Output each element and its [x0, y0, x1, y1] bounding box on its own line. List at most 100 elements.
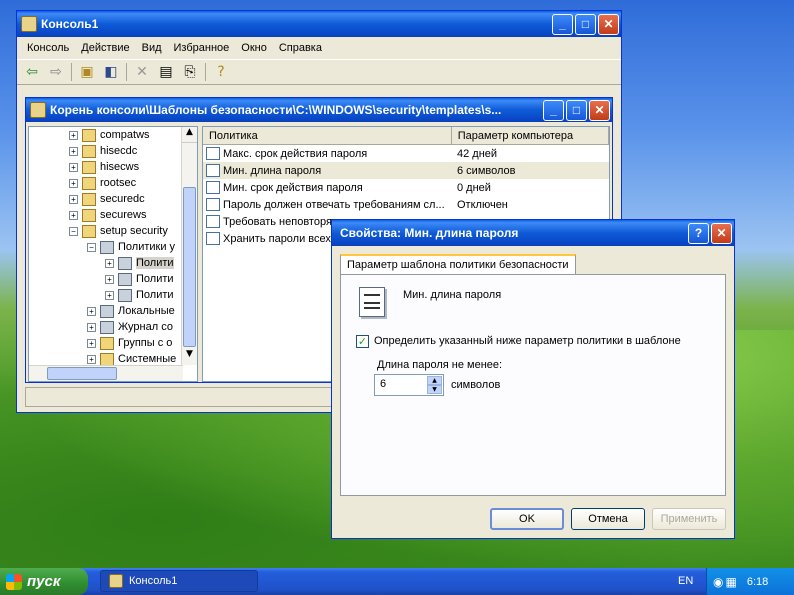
- tray-network-icon[interactable]: ▦: [725, 575, 736, 589]
- tree-item[interactable]: + Полити: [69, 255, 197, 271]
- tree-item[interactable]: + securews: [69, 207, 197, 223]
- start-label: пуск: [27, 573, 61, 590]
- folder-icon: [82, 224, 96, 238]
- list-header: Политика Параметр компьютера: [203, 127, 609, 145]
- menu-favorites[interactable]: Избранное: [168, 42, 236, 54]
- tree-item[interactable]: − Политики у: [69, 239, 197, 255]
- help-button[interactable]: ?: [688, 222, 709, 244]
- tree-item[interactable]: + hisecws: [69, 159, 197, 175]
- tree-item[interactable]: + Журнал со: [69, 319, 197, 335]
- menu-help[interactable]: Справка: [273, 42, 328, 54]
- up-folder-icon[interactable]: ▣: [78, 64, 96, 80]
- folder-icon: [100, 336, 114, 350]
- units-label: символов: [451, 379, 501, 391]
- menu-action[interactable]: Действие: [75, 42, 135, 54]
- tree-vertical-scrollbar[interactable]: ▲ ▼: [181, 127, 197, 365]
- apply-button[interactable]: Применить: [652, 508, 726, 530]
- tab-strip: Параметр шаблона политики безопасности: [340, 254, 576, 274]
- list-row[interactable]: Мин. срок действия пароля 0 дней: [203, 179, 609, 196]
- tree-item[interactable]: + securedc: [69, 191, 197, 207]
- toolbar-separator: [126, 63, 127, 81]
- console-title: Консоль1: [41, 17, 99, 31]
- scroll-thumb[interactable]: [183, 187, 196, 347]
- properties-dialog: Свойства: Мин. длина пароля ? ✕ Параметр…: [331, 219, 735, 539]
- back-arrow-icon[interactable]: ⇦: [23, 64, 41, 80]
- menu-bar: Консоль Действие Вид Избранное Окно Спра…: [17, 37, 621, 59]
- tree-item[interactable]: + Полити: [69, 271, 197, 287]
- policy-folder-icon: [118, 272, 132, 286]
- menu-console[interactable]: Консоль: [21, 42, 75, 54]
- menu-view[interactable]: Вид: [136, 42, 168, 54]
- list-row[interactable]: Мин. длина пароля 6 символов: [203, 162, 609, 179]
- child-minimize-button[interactable]: _: [543, 99, 564, 121]
- tree-item[interactable]: + Локальные: [69, 303, 197, 319]
- maximize-button[interactable]: □: [575, 13, 596, 35]
- toolbar-separator: [205, 63, 206, 81]
- policy-folder-icon: [118, 288, 132, 302]
- show-tree-icon[interactable]: ◧: [102, 64, 120, 80]
- toolbar: ⇦ ⇨ ▣ ◧ ✕ ▤ ⎘ ?: [17, 59, 621, 85]
- spin-down-button[interactable]: ▼: [427, 385, 442, 394]
- column-computer-setting[interactable]: Параметр компьютера: [452, 127, 609, 144]
- child-close-button[interactable]: ✕: [589, 99, 610, 121]
- ok-button[interactable]: OK: [490, 508, 564, 530]
- policy-icon: [206, 147, 220, 160]
- tree-item[interactable]: + hisecdc: [69, 143, 197, 159]
- list-row[interactable]: Пароль должен отвечать требованиям сл...…: [203, 196, 609, 213]
- tree-item[interactable]: − setup security: [69, 223, 197, 239]
- tree-item[interactable]: + rootsec: [69, 175, 197, 191]
- policy-folder-icon: [100, 320, 114, 334]
- properties-icon[interactable]: ▤: [157, 64, 175, 80]
- folder-icon: [82, 176, 96, 190]
- tree-item[interactable]: + compatws: [69, 127, 197, 143]
- h-scroll-thumb[interactable]: [47, 367, 117, 380]
- define-policy-label[interactable]: Определить указанный ниже параметр полит…: [374, 335, 681, 347]
- tree-horizontal-scrollbar[interactable]: [29, 365, 183, 381]
- scroll-up-icon[interactable]: ▲: [182, 127, 197, 143]
- tab-panel: Мин. длина пароля ✓ Определить указанный…: [340, 274, 726, 496]
- export-list-icon[interactable]: ⎘: [181, 64, 199, 80]
- policy-icon: [206, 164, 220, 177]
- toolbar-separator: [71, 63, 72, 81]
- tray-volume-icon[interactable]: ◉: [713, 575, 723, 589]
- define-policy-checkbox[interactable]: ✓: [356, 335, 369, 348]
- console-titlebar[interactable]: Консоль1 _ □ ✕: [17, 11, 621, 37]
- policy-icon: [206, 232, 220, 245]
- policy-icon: [206, 215, 220, 228]
- policy-folder-icon: [100, 240, 114, 254]
- dialog-close-button[interactable]: ✕: [711, 222, 732, 244]
- delete-icon[interactable]: ✕: [133, 64, 151, 80]
- folder-icon: [82, 144, 96, 158]
- menu-window[interactable]: Окно: [235, 42, 273, 54]
- minimize-button[interactable]: _: [552, 13, 573, 35]
- close-button[interactable]: ✕: [598, 13, 619, 35]
- list-row[interactable]: Макс. срок действия пароля 42 дней: [203, 145, 609, 162]
- policy-folder-icon: [118, 256, 132, 270]
- help-icon[interactable]: ?: [212, 64, 230, 80]
- length-input[interactable]: 6: [380, 378, 386, 390]
- start-button[interactable]: пуск: [0, 568, 88, 595]
- folder-icon: [82, 160, 96, 174]
- tree-item[interactable]: + Группы с о: [69, 335, 197, 351]
- language-indicator[interactable]: EN: [678, 575, 693, 587]
- tree-item[interactable]: + Полити: [69, 287, 197, 303]
- tree-pane: + compatws + hisecdc + hisecws + rootsec + se…: [28, 126, 198, 382]
- length-label: Длина пароля не менее:: [377, 359, 503, 371]
- scroll-down-icon[interactable]: ▼: [182, 349, 197, 365]
- cancel-button[interactable]: Отмена: [571, 508, 645, 530]
- column-policy[interactable]: Политика: [203, 127, 452, 144]
- forward-arrow-icon[interactable]: ⇨: [47, 64, 65, 80]
- taskbar: пуск Консоль1 EN ◉ ▦ 6:18: [0, 568, 794, 595]
- child-maximize-button[interactable]: □: [566, 99, 587, 121]
- folder-icon: [82, 128, 96, 142]
- tab-template-setting[interactable]: Параметр шаблона политики безопасности: [340, 254, 576, 274]
- dialog-title: Свойства: Мин. длина пароля: [340, 226, 519, 240]
- folder-icon: [82, 208, 96, 222]
- child-titlebar[interactable]: Корень консоли\Шаблоны безопасности\C:\W…: [26, 98, 612, 122]
- dialog-titlebar[interactable]: Свойства: Мин. длина пароля ? ✕: [332, 220, 734, 246]
- mmc-task-icon: [109, 574, 123, 588]
- clock[interactable]: 6:18: [747, 576, 768, 588]
- taskbar-task-console[interactable]: Консоль1: [100, 570, 258, 592]
- folder-icon: [100, 352, 114, 366]
- spin-up-button[interactable]: ▲: [427, 376, 442, 385]
